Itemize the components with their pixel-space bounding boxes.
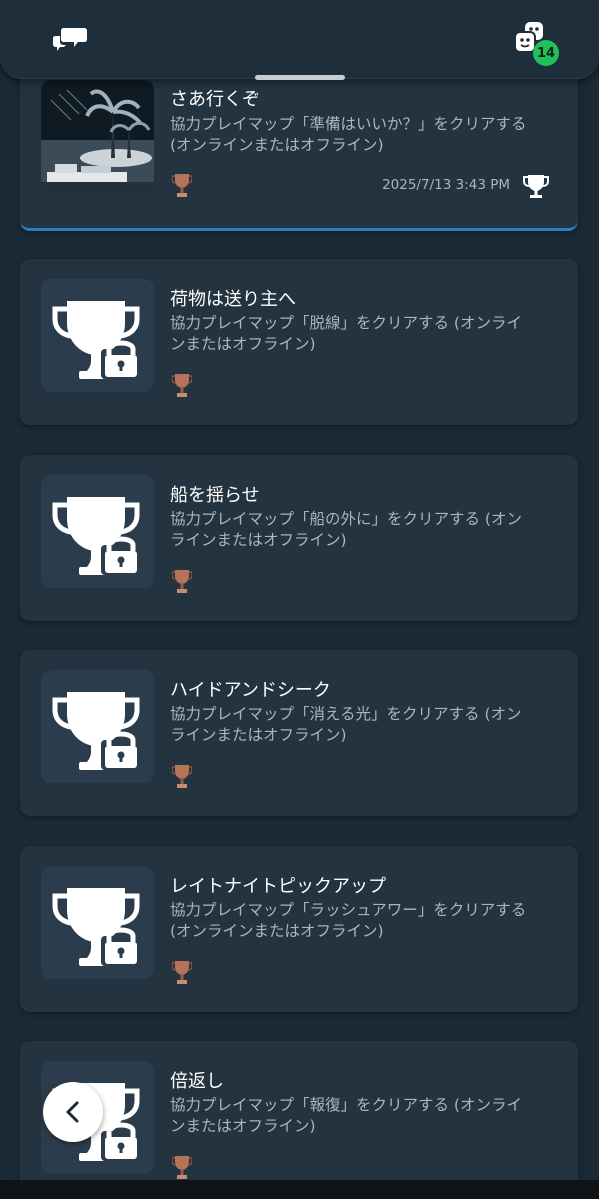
trophy-description: 協力プレイマップ「準備はいいか？」をクリアする (オンラインまたはオフライン) bbox=[170, 114, 560, 156]
trophy-description: 協力プレイマップ「消える光」をクリアする (オン ラインまたはオフライン) bbox=[170, 704, 560, 746]
trophy-title: ハイドアンドシーク bbox=[170, 680, 331, 701]
trophy-description-line: 協力プレイマップ「準備はいいか？」をクリアする bbox=[170, 115, 527, 133]
bronze-trophy-icon bbox=[171, 763, 193, 791]
locked-trophy-icon bbox=[41, 279, 154, 392]
locked-trophy-icon bbox=[41, 670, 154, 783]
trophy-description-line: (オンラインまたはオフライン) bbox=[170, 922, 384, 940]
trophy-description-line: ラインまたはオフライン) bbox=[170, 531, 347, 549]
earned-date: 2025/7/13 3:43 PM bbox=[382, 177, 510, 193]
trophy-title: さあ行くぞ bbox=[170, 89, 260, 110]
bronze-trophy-icon bbox=[171, 172, 193, 200]
trophy-card-locked[interactable]: 倍返し 協力プレイマップ「報復」をクリアする (オンライ ンまたはオフライン) bbox=[20, 1041, 578, 1180]
bronze-trophy-icon bbox=[171, 372, 193, 400]
trophy-description: 協力プレイマップ「脱線」をクリアする (オンライ ンまたはオフライン) bbox=[170, 313, 560, 355]
trophy-description-line: 協力プレイマップ「消える光」をクリアする (オン bbox=[170, 705, 522, 723]
trophy-description-line: 協力プレイマップ「ラッシュアワー」をクリアする bbox=[170, 901, 527, 919]
top-bar: 14 bbox=[0, 0, 599, 79]
trophy-description-line: (オンラインまたはオフライン) bbox=[170, 136, 384, 154]
trophy-description-line: ラインまたはオフライン) bbox=[170, 726, 347, 744]
chat-bubbles-icon[interactable] bbox=[52, 24, 88, 54]
trophy-title: 船を揺らせ bbox=[170, 485, 260, 506]
trophy-title: 倍返し bbox=[170, 1071, 224, 1092]
locked-trophy-icon bbox=[41, 475, 154, 588]
bronze-trophy-icon bbox=[171, 568, 193, 596]
drag-handle[interactable] bbox=[255, 75, 345, 80]
bronze-trophy-icon bbox=[171, 959, 193, 987]
trophy-list[interactable]: さあ行くぞ 協力プレイマップ「準備はいいか？」をクリアする (オンラインまたはオ… bbox=[0, 0, 599, 1180]
trophy-description: 協力プレイマップ「ラッシュアワー」をクリアする (オンラインまたはオフライン) bbox=[170, 900, 560, 942]
trophy-card-locked[interactable]: ハイドアンドシーク 協力プレイマップ「消える光」をクリアする (オン ラインまた… bbox=[20, 650, 578, 816]
trophy-description: 協力プレイマップ「報復」をクリアする (オンライ ンまたはオフライン) bbox=[170, 1095, 560, 1137]
trophy-description-line: 協力プレイマップ「船の外に」をクリアする (オン bbox=[170, 510, 522, 528]
trophy-description-line: 協力プレイマップ「脱線」をクリアする (オンライ bbox=[170, 314, 522, 332]
trophy-card-locked[interactable]: レイトナイトピックアップ 協力プレイマップ「ラッシュアワー」をクリアする (オン… bbox=[20, 846, 578, 1012]
trophy-artwork bbox=[41, 80, 154, 193]
bronze-trophy-icon bbox=[171, 1154, 193, 1180]
notification-badge: 14 bbox=[533, 40, 559, 66]
trophy-title: 荷物は送り主へ bbox=[170, 289, 296, 310]
trophy-card-locked[interactable]: 船を揺らせ 協力プレイマップ「船の外に」をクリアする (オン ラインまたはオフラ… bbox=[20, 455, 578, 621]
trophy-card-locked[interactable]: 荷物は送り主へ 協力プレイマップ「脱線」をクリアする (オンライ ンまたはオフラ… bbox=[20, 259, 578, 425]
system-nav-bar bbox=[0, 1180, 599, 1199]
back-button[interactable] bbox=[43, 1082, 103, 1142]
trophy-description-line: 協力プレイマップ「報復」をクリアする (オンライ bbox=[170, 1096, 522, 1114]
locked-trophy-icon bbox=[41, 866, 154, 979]
chevron-left-icon bbox=[66, 1101, 79, 1123]
trophy-description: 協力プレイマップ「船の外に」をクリアする (オン ラインまたはオフライン) bbox=[170, 509, 560, 551]
trophy-description-line: ンまたはオフライン) bbox=[170, 1117, 316, 1135]
trophy-earned-icon bbox=[522, 172, 550, 200]
trophy-description-line: ンまたはオフライン) bbox=[170, 335, 316, 353]
trophy-title: レイトナイトピックアップ bbox=[170, 876, 386, 897]
